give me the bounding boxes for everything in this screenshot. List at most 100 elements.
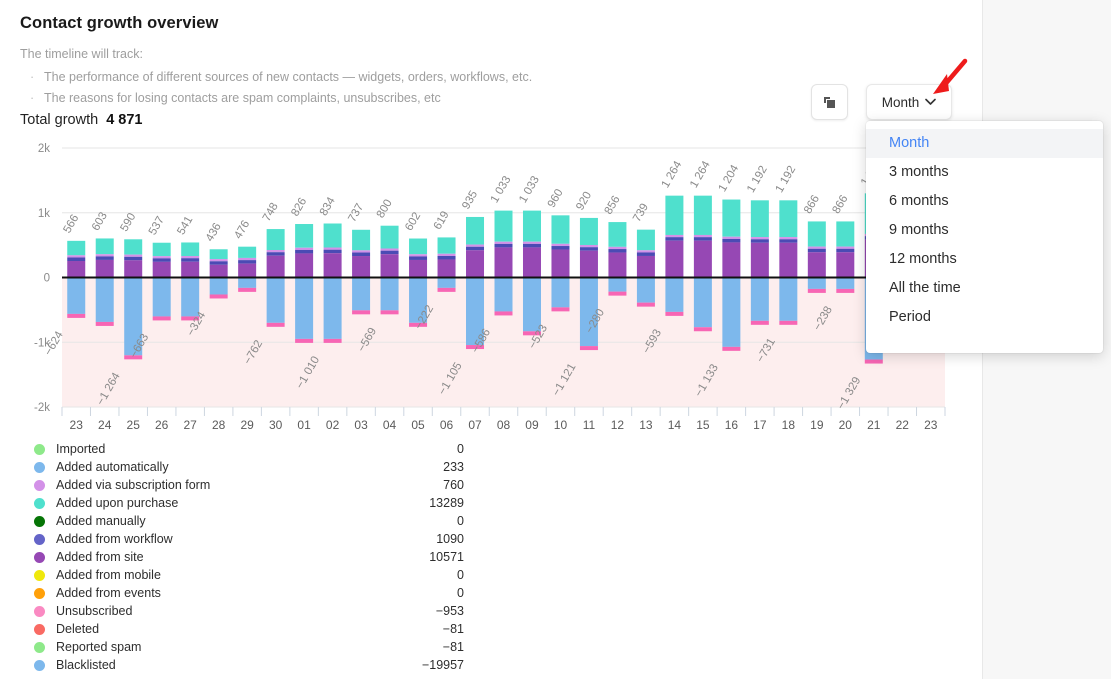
bar-segment-blacklisted[interactable] xyxy=(551,277,570,308)
bar-segment-workflow[interactable] xyxy=(836,248,855,253)
bar-segment-site[interactable] xyxy=(409,259,428,278)
bar-segment-blacklisted[interactable] xyxy=(295,277,314,339)
bar-segment-unsubscribed[interactable] xyxy=(608,291,627,296)
bar-segment-purchase[interactable] xyxy=(295,224,314,248)
bar-segment-purchase[interactable] xyxy=(466,216,485,245)
bar-segment-unsubscribed[interactable] xyxy=(295,338,314,343)
dropdown-item-3-months[interactable]: 3 months xyxy=(866,158,1103,187)
bar-segment-site[interactable] xyxy=(352,256,371,278)
bar-segment-workflow[interactable] xyxy=(779,239,798,243)
bar-segment-workflow[interactable] xyxy=(665,237,684,241)
bar-segment-blacklisted[interactable] xyxy=(494,277,513,312)
bar-segment-blacklisted[interactable] xyxy=(152,277,171,317)
bar-segment-subscription[interactable] xyxy=(466,244,485,247)
bar-segment-subscription[interactable] xyxy=(95,254,114,257)
dropdown-item-month[interactable]: Month xyxy=(866,129,1103,158)
bar-segment-subscription[interactable] xyxy=(238,257,257,261)
bar-segment-site[interactable] xyxy=(437,259,456,278)
bar-segment-workflow[interactable] xyxy=(409,256,428,260)
bar-segment-workflow[interactable] xyxy=(209,261,228,265)
bar-segment-blacklisted[interactable] xyxy=(437,277,456,288)
bar-segment-subscription[interactable] xyxy=(636,250,655,253)
bar-segment-unsubscribed[interactable] xyxy=(437,287,456,292)
bar-segment-subscription[interactable] xyxy=(352,250,371,253)
bar-segment-purchase[interactable] xyxy=(693,195,712,235)
bar-segment-site[interactable] xyxy=(665,240,684,278)
bar-segment-site[interactable] xyxy=(323,253,342,278)
bar-segment-blacklisted[interactable] xyxy=(209,277,228,295)
bar-segment-subscription[interactable] xyxy=(209,259,228,262)
bar-segment-subscription[interactable] xyxy=(437,253,456,256)
bar-segment-subscription[interactable] xyxy=(579,244,598,248)
bar-segment-workflow[interactable] xyxy=(380,250,399,255)
copy-button[interactable] xyxy=(811,84,848,120)
bar-segment-subscription[interactable] xyxy=(722,236,741,239)
bar-segment-subscription[interactable] xyxy=(494,241,513,244)
bar-segment-subscription[interactable] xyxy=(266,250,285,253)
bar-segment-workflow[interactable] xyxy=(323,249,342,254)
bar-segment-blacklisted[interactable] xyxy=(352,277,371,311)
bar-segment-blacklisted[interactable] xyxy=(266,277,285,323)
bar-segment-purchase[interactable] xyxy=(67,240,86,256)
period-dropdown-menu[interactable]: Month 3 months 6 months 9 months 12 months Al… xyxy=(866,121,1103,353)
bar-segment-purchase[interactable] xyxy=(238,246,257,258)
bar-segment-purchase[interactable] xyxy=(665,195,684,235)
bar-segment-site[interactable] xyxy=(181,261,200,278)
bar-segment-unsubscribed[interactable] xyxy=(722,346,741,351)
bar-segment-blacklisted[interactable] xyxy=(836,277,855,289)
legend-row[interactable]: Reported spam −81 xyxy=(34,638,464,656)
legend-row[interactable]: Added automatically 233 xyxy=(34,458,464,476)
bar-segment-subscription[interactable] xyxy=(665,234,684,238)
bar-segment-workflow[interactable] xyxy=(551,246,570,250)
bar-segment-subscription[interactable] xyxy=(522,241,541,244)
bar-segment-blacklisted[interactable] xyxy=(636,277,655,303)
bar-segment-unsubscribed[interactable] xyxy=(323,338,342,343)
legend-row[interactable]: Deleted −81 xyxy=(34,620,464,638)
bar-segment-purchase[interactable] xyxy=(522,210,541,242)
bar-segment-subscription[interactable] xyxy=(380,248,399,251)
bar-segment-blacklisted[interactable] xyxy=(608,277,627,292)
bar-segment-workflow[interactable] xyxy=(352,252,371,257)
bar-segment-subscription[interactable] xyxy=(181,256,200,259)
bar-segment-site[interactable] xyxy=(779,242,798,278)
bar-segment-site[interactable] xyxy=(380,254,399,278)
bar-segment-blacklisted[interactable] xyxy=(807,277,826,289)
bar-segment-workflow[interactable] xyxy=(67,257,86,262)
bar-segment-site[interactable] xyxy=(95,259,114,278)
legend-row[interactable]: Added from events 0 xyxy=(34,584,464,602)
bar-segment-blacklisted[interactable] xyxy=(522,277,541,332)
bar-segment-subscription[interactable] xyxy=(836,246,855,249)
bar-segment-purchase[interactable] xyxy=(807,221,826,247)
bar-segment-purchase[interactable] xyxy=(380,225,399,249)
bar-segment-site[interactable] xyxy=(608,252,627,278)
bar-segment-site[interactable] xyxy=(124,260,143,278)
bar-segment-purchase[interactable] xyxy=(124,239,143,255)
bar-segment-unsubscribed[interactable] xyxy=(352,310,371,315)
legend-row[interactable]: Added from site 10571 xyxy=(34,548,464,566)
bar-segment-purchase[interactable] xyxy=(323,223,342,248)
bar-segment-blacklisted[interactable] xyxy=(380,277,399,311)
bar-segment-workflow[interactable] xyxy=(152,258,171,262)
dropdown-item-9-months[interactable]: 9 months xyxy=(866,216,1103,245)
legend-row[interactable]: Added via subscription form 760 xyxy=(34,476,464,494)
bar-segment-unsubscribed[interactable] xyxy=(750,320,769,325)
bar-segment-workflow[interactable] xyxy=(750,239,769,243)
bar-segment-unsubscribed[interactable] xyxy=(95,321,114,326)
bar-segment-purchase[interactable] xyxy=(836,221,855,247)
bar-segment-purchase[interactable] xyxy=(494,210,513,242)
bar-segment-subscription[interactable] xyxy=(750,237,769,240)
bar-segment-purchase[interactable] xyxy=(551,215,570,244)
bar-segment-blacklisted[interactable] xyxy=(67,277,86,314)
bar-segment-blacklisted[interactable] xyxy=(722,277,741,347)
bar-segment-workflow[interactable] xyxy=(522,243,541,248)
bar-segment-site[interactable] xyxy=(209,264,228,278)
bar-segment-unsubscribed[interactable] xyxy=(380,310,399,315)
bar-segment-unsubscribed[interactable] xyxy=(864,359,883,364)
bar-segment-site[interactable] xyxy=(807,252,826,278)
bar-segment-workflow[interactable] xyxy=(466,246,485,251)
bar-segment-site[interactable] xyxy=(152,261,171,278)
bar-segment-site[interactable] xyxy=(551,249,570,278)
bar-segment-workflow[interactable] xyxy=(608,249,627,253)
legend-row[interactable]: Unsubscribed −953 xyxy=(34,602,464,620)
bar-segment-blacklisted[interactable] xyxy=(779,277,798,321)
